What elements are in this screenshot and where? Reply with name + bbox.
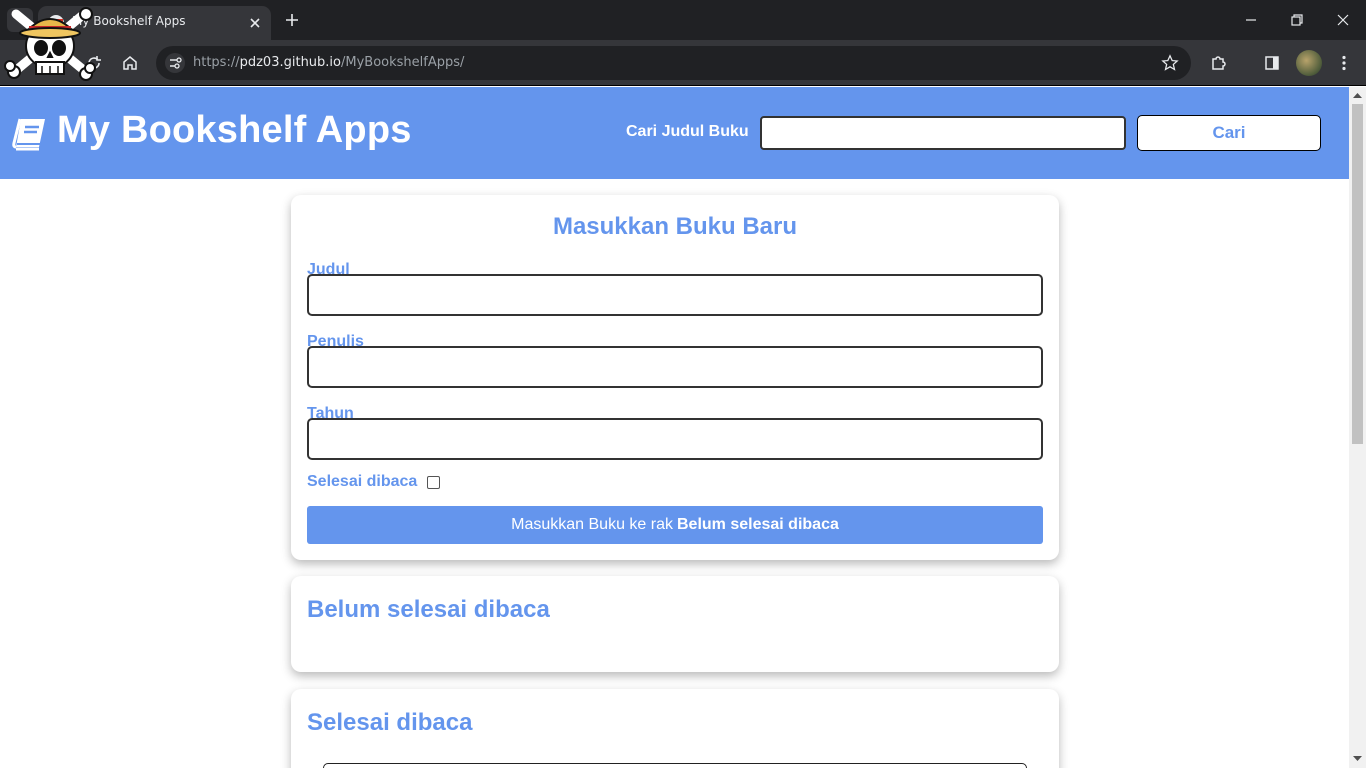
app-header: My Bookshelf Apps Cari Judul Buku Cari [0, 87, 1349, 179]
app-title: My Bookshelf Apps [57, 109, 412, 151]
url-text: https://pdz03.github.io/MyBookshelfApps/ [193, 55, 465, 70]
incomplete-bookshelf: Belum selesai dibaca [291, 576, 1059, 672]
search-button[interactable]: Cari [1137, 115, 1321, 151]
book-author-input[interactable] [307, 346, 1043, 388]
complete-row: Selesai dibaca [307, 473, 441, 491]
browser-toolbar: https://pdz03.github.io/MyBookshelfApps/ [0, 40, 1366, 86]
complete-shelf-title: Selesai dibaca [307, 709, 473, 736]
complete-checkbox-label: Selesai dibaca [307, 473, 418, 490]
extensions-icon[interactable] [1208, 53, 1228, 73]
bookmark-star-icon[interactable] [1161, 54, 1179, 72]
minimize-icon[interactable] [1241, 10, 1261, 30]
more-menu-icon[interactable] [1334, 53, 1354, 73]
profile-avatar[interactable] [1296, 50, 1322, 76]
address-bar[interactable]: https://pdz03.github.io/MyBookshelfApps/ [156, 46, 1191, 80]
home-icon[interactable] [120, 53, 140, 73]
book-year-input[interactable] [307, 418, 1043, 460]
new-tab-icon[interactable] [282, 10, 302, 30]
submit-book-button[interactable]: Masukkan Buku ke rak Belum selesai dibac… [307, 506, 1043, 544]
book-item [323, 763, 1027, 768]
search-book-title-input[interactable] [760, 116, 1126, 150]
input-book-section: Masukkan Buku Baru Judul Penulis Tahun S… [291, 195, 1059, 560]
site-info-icon[interactable] [164, 52, 186, 74]
submit-button-prefix: Masukkan Buku ke rak [511, 516, 673, 533]
browser-tab-bar: My Bookshelf Apps [0, 0, 1366, 40]
book-icon [12, 118, 45, 151]
scrollbar-thumb[interactable] [1352, 104, 1363, 444]
complete-bookshelf: Selesai dibaca [291, 689, 1059, 768]
book-title-input[interactable] [307, 274, 1043, 316]
straw-hat-skull-icon [4, 7, 96, 81]
scroll-down-icon[interactable] [1353, 754, 1362, 763]
scroll-up-icon[interactable] [1353, 91, 1362, 100]
restore-icon[interactable] [1287, 10, 1307, 30]
side-panel-icon[interactable] [1262, 53, 1282, 73]
page-scrollbar[interactable] [1349, 87, 1366, 768]
search-label: Cari Judul Buku [626, 123, 749, 140]
book-complete-checkbox[interactable] [427, 475, 441, 489]
input-section-title: Masukkan Buku Baru [552, 213, 798, 240]
incomplete-shelf-title: Belum selesai dibaca [307, 596, 550, 623]
close-tab-icon[interactable] [247, 15, 263, 31]
page-viewport: My Bookshelf Apps Cari Judul Buku Cari M… [0, 87, 1349, 768]
close-window-icon[interactable] [1333, 10, 1353, 30]
submit-button-shelf: Belum selesai dibaca [677, 516, 839, 533]
